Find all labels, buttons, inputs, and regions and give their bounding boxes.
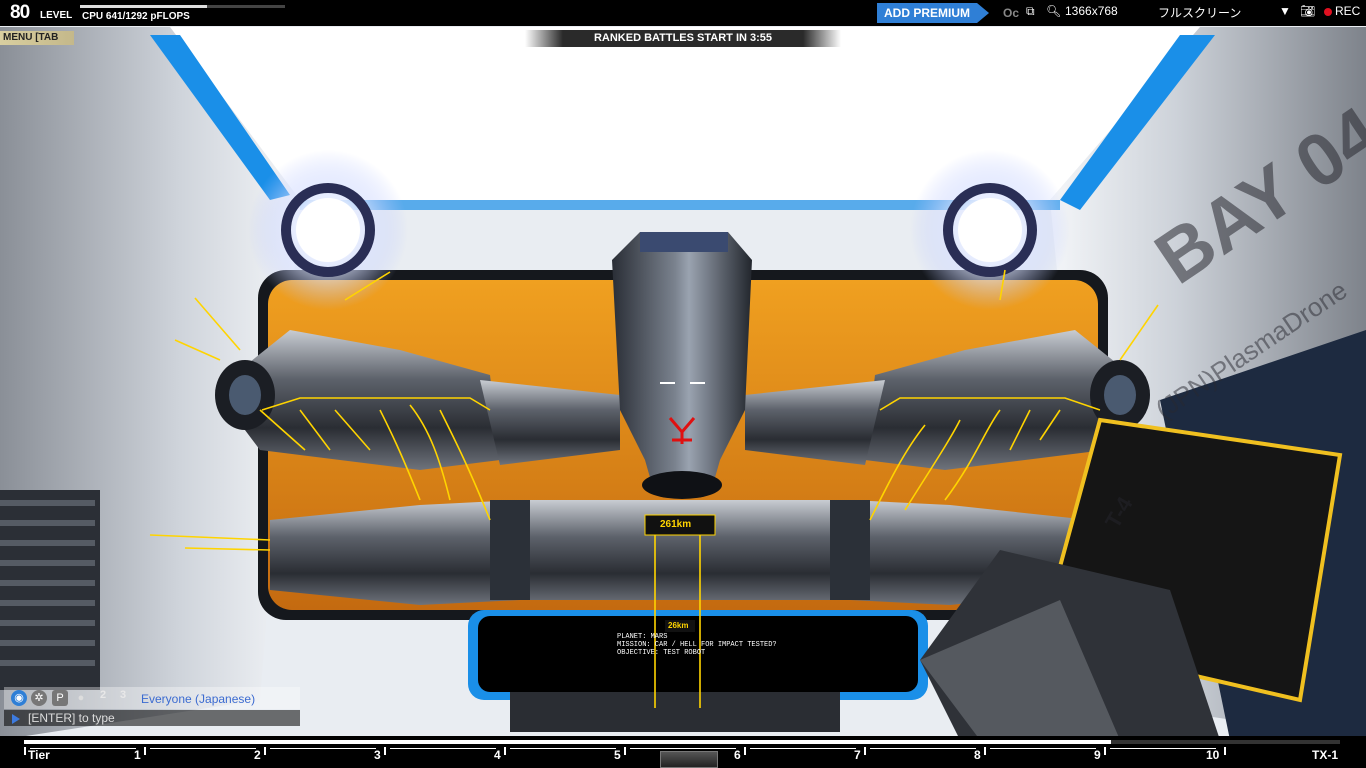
tier-tick [1104, 747, 1106, 755]
player-level: 80 [10, 2, 30, 23]
chat-tab-2[interactable]: 3 [120, 689, 126, 701]
tier-tick [744, 747, 746, 755]
tier-line [990, 748, 1096, 749]
capture-overlay-bar: ⧉ 🔍︎ 1366x768 フルスクリーン ▼ 📷︎ REC [1020, 0, 1366, 24]
xp-progress-fill [80, 5, 208, 8]
tier-start-label: Tier [28, 748, 50, 762]
tier-label-8: 8 [974, 748, 981, 762]
mission-planet: PLANET: MARS [617, 633, 668, 641]
tier-line [390, 748, 496, 749]
tier-end-label: TX-1 [1312, 748, 1339, 762]
mission-panel: PLANET: MARS MISSION: CAR / HELL FOR IMP… [617, 633, 777, 657]
people-icon[interactable]: ✲ [31, 690, 47, 706]
xp-progress-bar [80, 5, 285, 8]
tier-line [30, 748, 136, 749]
tier-line [750, 748, 856, 749]
tier-tick [624, 747, 626, 755]
search-icon[interactable]: 🔍︎ [1046, 4, 1061, 18]
level-label: LEVEL [40, 10, 73, 21]
tier-fill [24, 740, 1112, 744]
tier-tick [504, 747, 506, 755]
tier-tick [24, 747, 26, 755]
record-label: REC [1335, 4, 1361, 18]
friends-icon[interactable]: ● [73, 690, 89, 706]
tier-line [270, 748, 376, 749]
ranked-battles-banner: RANKED BATTLES START IN 3:55 [525, 30, 841, 47]
premium-arrow-icon [977, 3, 989, 23]
tier-tick [264, 747, 266, 755]
window-mode-icon[interactable]: ⧉ [1026, 4, 1035, 19]
chat-input[interactable]: [ENTER] to type [4, 710, 300, 726]
tier-label-4: 4 [494, 748, 501, 762]
resolution-label: 1366x768 [1065, 4, 1118, 18]
menu-tab-button[interactable]: MENU [TAB [0, 31, 74, 45]
mission-name: MISSION: CAR / HELL FOR IMPACT TESTED? [617, 641, 777, 649]
play-icon [12, 713, 20, 724]
tier-line [630, 748, 736, 749]
chevron-down-icon[interactable]: ▼ [1279, 4, 1291, 18]
ceiling-lamp-right [910, 150, 1070, 310]
tier-track [24, 740, 1340, 744]
camera-icon[interactable]: 📷︎ [1300, 4, 1315, 18]
add-premium-button[interactable]: ADD PREMIUM [877, 3, 977, 23]
tier-label-6: 6 [734, 748, 741, 762]
tier-tick [1224, 747, 1226, 755]
tier-label-1: 1 [134, 748, 141, 762]
wall-vents [0, 490, 100, 690]
partial-currency-text: Oc [1003, 6, 1020, 20]
tier-label-3: 3 [374, 748, 381, 762]
tier-tick [864, 747, 866, 755]
chat-input-hint: [ENTER] to type [28, 711, 115, 725]
tier-label-5: 5 [614, 748, 621, 762]
tier-tick [984, 747, 986, 755]
tier-line [510, 748, 616, 749]
record-dot-icon [1324, 7, 1332, 16]
mission-objective: OBJECTIVE: TEST ROBOT [617, 649, 706, 657]
party-icon[interactable]: P [52, 690, 68, 706]
cpu-readout: CPU 641/1292 pFLOPS [82, 11, 190, 22]
tier-label-9: 9 [1094, 748, 1101, 762]
record-button[interactable]: REC [1324, 4, 1360, 18]
tier-label-10: 10 [1206, 748, 1220, 762]
globe-icon[interactable]: ◉ [11, 690, 27, 706]
tier-line [870, 748, 976, 749]
speed-label-bottom: 26km [668, 621, 689, 630]
tier-line [150, 748, 256, 749]
tier-label-2: 2 [254, 748, 261, 762]
chat-channel-label[interactable]: Everyone (Japanese) [141, 692, 255, 706]
capture-mode-select[interactable]: フルスクリーン [1158, 4, 1241, 21]
speed-label-top: 261km [660, 519, 692, 530]
tier-line [1110, 748, 1216, 749]
tier-tick [384, 747, 386, 755]
tier-robot-thumbnail[interactable] [660, 751, 718, 768]
chat-tab-1[interactable]: 2 [100, 689, 106, 701]
ceiling-lamp-left [248, 150, 408, 310]
tier-tick [144, 747, 146, 755]
tier-label-7: 7 [854, 748, 861, 762]
